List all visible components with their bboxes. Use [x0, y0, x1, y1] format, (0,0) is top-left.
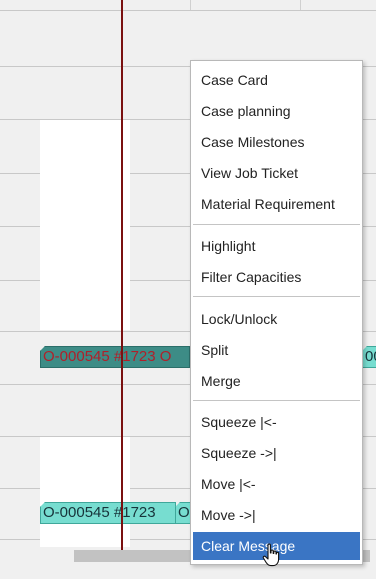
menu-item-material-requirement[interactable]: Material Requirement [193, 190, 360, 218]
menu-separator [193, 296, 360, 297]
menu-separator [193, 224, 360, 225]
menu-separator [193, 400, 360, 401]
menu-item-split[interactable]: Split [193, 336, 360, 364]
menu-item-highlight[interactable]: Highlight [193, 232, 360, 260]
context-menu: Case Card Case planning Case Milestones … [190, 60, 363, 565]
capacity-panel [40, 437, 130, 547]
menu-item-case-card[interactable]: Case Card [193, 66, 360, 94]
job-bar[interactable]: O-000545 #1723 [40, 502, 176, 524]
menu-item-merge[interactable]: Merge [193, 367, 360, 395]
row-divider [0, 10, 376, 11]
menu-item-move-left[interactable]: Move |<- [193, 470, 360, 498]
menu-item-squeeze-right[interactable]: Squeeze ->| [193, 439, 360, 467]
menu-item-case-planning[interactable]: Case planning [193, 97, 360, 125]
gantt-chart-view: O-000545 #1723 O 00 O-000545 #1723 O Cas… [0, 0, 376, 579]
job-bar[interactable]: 00 [362, 346, 376, 368]
menu-item-case-milestones[interactable]: Case Milestones [193, 128, 360, 156]
current-time-marker [121, 0, 123, 550]
column-divider [300, 0, 301, 10]
job-bar[interactable]: O-000545 #1723 O [40, 346, 190, 368]
menu-item-move-right[interactable]: Move ->| [193, 501, 360, 529]
hand-pointer-icon [262, 543, 280, 567]
column-divider [190, 0, 191, 10]
menu-item-squeeze-left[interactable]: Squeeze |<- [193, 408, 360, 436]
menu-item-filter-capacities[interactable]: Filter Capacities [193, 263, 360, 291]
menu-item-lock-unlock[interactable]: Lock/Unlock [193, 305, 360, 333]
capacity-panel [40, 120, 130, 330]
menu-item-view-job-ticket[interactable]: View Job Ticket [193, 159, 360, 187]
